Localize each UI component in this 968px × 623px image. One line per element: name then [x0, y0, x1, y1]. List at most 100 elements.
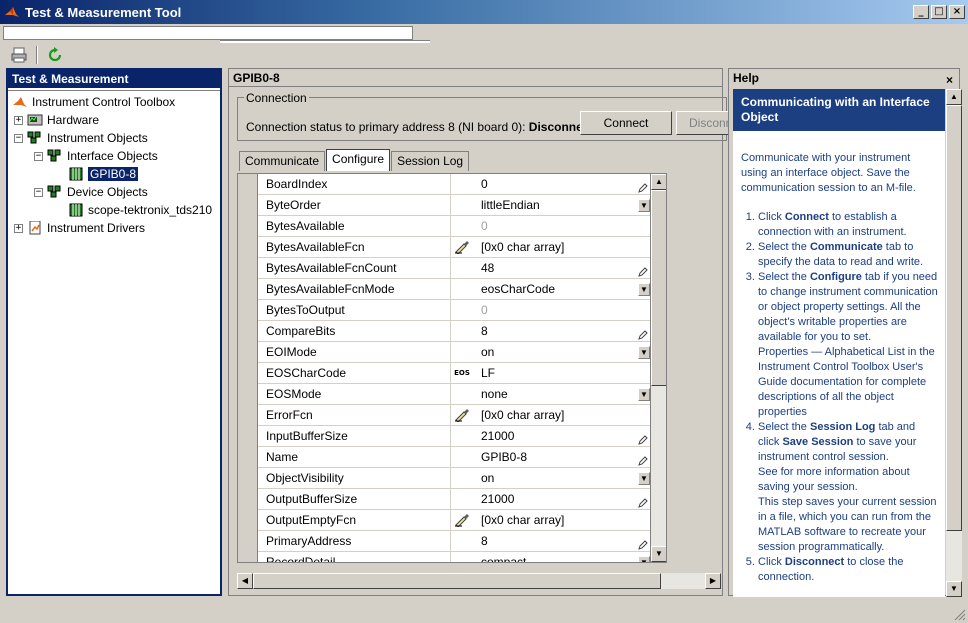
property-value[interactable]: [0x0 char array]	[473, 237, 652, 258]
property-name: RecordDetail	[258, 551, 451, 562]
tree-panel: Test & Measurement Instrument Control To…	[6, 68, 222, 596]
property-value[interactable]: on ▼	[473, 342, 652, 363]
help-link-communicate[interactable]: Communicate	[810, 241, 883, 253]
callback-editor-icon[interactable]	[451, 237, 473, 258]
close-icon[interactable]: ×	[946, 71, 953, 89]
property-row[interactable]: ErrorFcn [0x0 char array]	[258, 404, 652, 426]
property-value[interactable]: LF	[473, 363, 652, 384]
help-link-configure[interactable]: Configure	[810, 271, 862, 283]
property-row[interactable]: BytesAvailableFcn [0x0 char array]	[258, 236, 652, 258]
help-link-save-session[interactable]: Save Session	[782, 436, 853, 448]
tree-node-interface-objects[interactable]: − Interface Objects	[34, 147, 158, 165]
scroll-up-icon[interactable]: ▲	[946, 89, 962, 105]
property-row[interactable]: Name GPIB0-8	[258, 446, 652, 468]
help-scrollbar[interactable]: ▲ ▼	[946, 89, 962, 597]
property-table-scrollbar[interactable]: ▲ ▼	[650, 174, 666, 562]
tree-node-instrument-drivers[interactable]: + Instrument Drivers	[14, 219, 145, 237]
chevron-down-icon[interactable]: ▼	[638, 387, 650, 401]
expand-icon[interactable]: +	[14, 223, 23, 233]
property-row[interactable]: RecordDetail compact ▼	[258, 551, 652, 562]
property-value[interactable]: littleEndian ▼	[473, 195, 652, 216]
tree-node-instrument-control-toolbox[interactable]: Instrument Control Toolbox	[12, 93, 175, 111]
property-row[interactable]: BytesAvailableFcnCount 48	[258, 257, 652, 279]
collapse-icon[interactable]: −	[34, 187, 43, 197]
property-row[interactable]: InputBufferSize 21000	[258, 425, 652, 447]
property-row[interactable]: CompareBits 8	[258, 320, 652, 342]
help-link-connect[interactable]: Connect	[785, 211, 829, 223]
property-value[interactable]: [0x0 char array]	[473, 510, 652, 531]
chevron-down-icon[interactable]: ▼	[638, 471, 650, 485]
collapse-icon[interactable]: −	[34, 151, 43, 161]
chevron-down-icon[interactable]: ▼	[638, 555, 650, 562]
tree-node-device-objects[interactable]: − Device Objects	[34, 183, 148, 201]
property-row[interactable]: EOSMode none ▼	[258, 383, 652, 405]
property-row[interactable]: PrimaryAddress 8	[258, 530, 652, 552]
property-row[interactable]: BoardIndex 0	[258, 174, 652, 195]
property-name: EOSMode	[258, 383, 451, 405]
minimize-button[interactable]: _	[913, 5, 929, 19]
help-link-session-log[interactable]: Session Log	[810, 421, 875, 433]
property-row[interactable]: ByteOrder littleEndian ▼	[258, 194, 652, 216]
tree-node-gpib0-8[interactable]: GPIB0-8	[68, 165, 139, 183]
window-title: Test & Measurement Tool	[25, 4, 182, 20]
property-value[interactable]: 8	[473, 321, 652, 342]
maximize-button[interactable]: □	[931, 5, 947, 19]
property-value[interactable]: compact ▼	[473, 552, 652, 562]
property-value[interactable]: 0	[473, 174, 652, 195]
refresh-icon[interactable]	[46, 46, 64, 64]
horizontal-scrollbar[interactable]: ◀ ▶	[237, 573, 721, 589]
property-value[interactable]: on ▼	[473, 468, 652, 489]
callback-editor-icon[interactable]	[451, 405, 473, 426]
property-value[interactable]: eosCharCode ▼	[473, 279, 652, 300]
help-panel: Help × Communicating with an Interface O…	[728, 68, 962, 597]
collapse-icon[interactable]: −	[14, 133, 23, 143]
print-icon[interactable]	[10, 46, 28, 64]
property-value[interactable]: 8	[473, 531, 652, 552]
chevron-down-icon[interactable]: ▼	[638, 345, 650, 359]
property-row[interactable]: EOSCharCode EOS LF	[258, 362, 652, 384]
menu-bar-field[interactable]	[3, 26, 413, 40]
property-value[interactable]: 48	[473, 258, 652, 279]
property-row[interactable]: BytesAvailableFcnMode eosCharCode ▼	[258, 278, 652, 300]
property-row[interactable]: BytesAvailable 0	[258, 215, 652, 237]
scroll-up-icon[interactable]: ▲	[651, 174, 666, 190]
help-scroll-thumb[interactable]	[946, 105, 962, 531]
scroll-down-icon[interactable]: ▼	[651, 546, 666, 562]
help-step-sub[interactable]: Properties — Alphabetical List in the In…	[758, 345, 939, 420]
help-link-disconnect[interactable]: Disconnect	[785, 556, 844, 568]
disconnect-button[interactable]: Disconnect	[676, 111, 736, 135]
connect-button[interactable]: Connect	[580, 111, 672, 135]
eos-editor-icon[interactable]: EOS	[451, 363, 473, 384]
property-row[interactable]: OutputBufferSize 21000	[258, 488, 652, 510]
instrument-tree: Instrument Control Toolbox + Hardware − …	[8, 90, 220, 594]
property-value[interactable]: 21000	[473, 489, 652, 510]
property-spacer	[451, 300, 473, 321]
property-row[interactable]: ObjectVisibility on ▼	[258, 467, 652, 489]
property-row[interactable]: OutputEmptyFcn [0x0 char array]	[258, 509, 652, 531]
property-spacer	[451, 174, 473, 195]
scroll-thumb[interactable]	[651, 190, 666, 386]
horizontal-scroll-thumb[interactable]	[253, 573, 661, 589]
scroll-right-icon[interactable]: ▶	[705, 573, 721, 589]
resize-grip-icon[interactable]	[954, 609, 966, 621]
tab-session-log[interactable]: Session Log	[391, 151, 470, 171]
tree-node-scope-tektronix-tds210[interactable]: scope-tektronix_tds210	[68, 201, 212, 219]
property-value[interactable]: none ▼	[473, 384, 652, 405]
tab-communicate[interactable]: Communicate	[239, 151, 326, 171]
tree-node-instrument-objects[interactable]: − Instrument Objects	[14, 129, 148, 147]
tree-node-hardware[interactable]: + Hardware	[14, 111, 99, 129]
tab-configure[interactable]: Configure	[326, 149, 391, 171]
chevron-down-icon[interactable]: ▼	[638, 198, 650, 212]
property-row[interactable]: BytesToOutput 0	[258, 299, 652, 321]
help-step: Select the Session Log tab and click Sav…	[758, 420, 939, 555]
property-row[interactable]: EOIMode on ▼	[258, 341, 652, 363]
chevron-down-icon[interactable]: ▼	[638, 282, 650, 296]
property-value[interactable]: [0x0 char array]	[473, 405, 652, 426]
property-value[interactable]: 21000	[473, 426, 652, 447]
callback-editor-icon[interactable]	[451, 510, 473, 531]
property-value[interactable]: GPIB0-8	[473, 447, 652, 468]
scroll-left-icon[interactable]: ◀	[237, 573, 253, 589]
expand-icon[interactable]: +	[14, 115, 23, 125]
close-window-button[interactable]: ×	[949, 5, 965, 19]
scroll-down-icon[interactable]: ▼	[946, 581, 962, 597]
